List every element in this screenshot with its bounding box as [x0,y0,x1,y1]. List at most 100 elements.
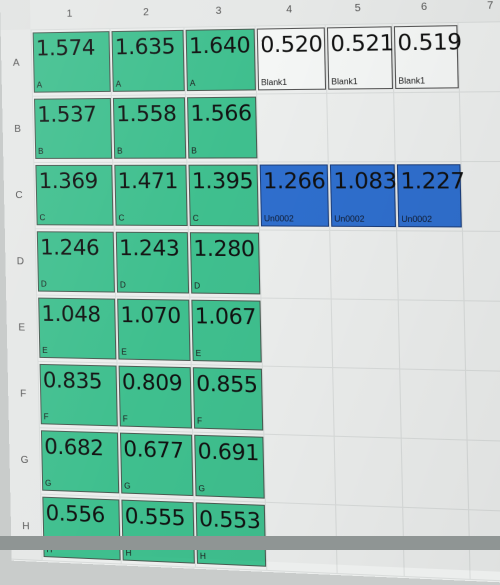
well-A1[interactable]: 1.574 A [32,31,111,93]
well-value: 1.243 [118,235,180,261]
well-H3[interactable]: 0.553 H [195,502,267,567]
well-label: B [116,146,123,156]
well-value: 1.558 [116,101,177,127]
well-G1[interactable]: 0.682 G [40,430,120,494]
well-value: 1.395 [191,168,254,194]
well-value: 0.555 [124,503,186,531]
well-C6[interactable]: 1.227 Un0002 [396,164,466,228]
well-H2[interactable]: 0.555 H [121,499,195,564]
row-header-A[interactable]: A [0,29,33,98]
well-label: H [199,551,207,562]
well-C1[interactable]: 1.369 C [35,164,114,226]
well-value: 0.835 [42,368,103,394]
well-A2[interactable]: 1.635 A [111,29,185,92]
well-label: G [198,483,206,494]
well-label: Blank1 [260,77,288,88]
well-value: 0.520 [259,31,323,58]
well-value: 1.471 [117,168,179,194]
well-A5[interactable]: 0.521 Blank1 [326,26,395,90]
well-label: G [124,481,131,491]
grid-line [41,559,500,583]
well-A3[interactable]: 1.640 A [185,28,256,92]
well-value: 1.369 [38,168,99,194]
well-value: 1.574 [35,35,96,61]
column-header-2[interactable]: 2 [108,0,185,30]
well-value: 1.640 [188,32,251,59]
plate-grid: 1 2 3 4 5 6 7 A B C D E F G H 1.574 A 1.635 A 1.640 A 0.520 Bl… [0,0,500,585]
column-header-1[interactable]: 1 [29,0,111,31]
well-label: D [119,280,126,290]
well-label: Blank1 [331,76,358,87]
well-E2[interactable]: 1.070 E [117,298,191,362]
grid-line [33,160,500,163]
well-value: 0.521 [330,30,395,57]
well-F2[interactable]: 0.809 F [118,365,192,429]
row-header-H[interactable]: H [10,492,43,562]
well-G3[interactable]: 0.691 G [194,434,265,499]
well-C3[interactable]: 1.395 C [188,164,259,227]
grid-corner [0,0,32,31]
well-C2[interactable]: 1.471 C [114,164,188,227]
well-label: A [189,78,196,89]
well-value: 1.227 [400,168,466,194]
well-label: F [196,416,203,426]
well-D3[interactable]: 1.280 D [189,232,261,295]
well-label: B [191,146,197,156]
well-value: 1.246 [39,235,100,260]
well-label: Blank1 [398,76,426,86]
well-E3[interactable]: 1.067 E [191,299,262,363]
well-A6[interactable]: 0.519 Blank1 [393,25,463,89]
well-label: F [122,414,128,424]
well-label: D [40,279,47,289]
well-label: A [115,79,122,89]
row-header-E[interactable]: E [6,294,39,362]
well-E1[interactable]: 1.048 E [38,297,117,360]
well-value: 1.635 [114,34,176,60]
column-header-7[interactable]: 7 [456,0,500,24]
well-label: B [38,146,44,156]
taskbar [0,536,500,550]
well-B1[interactable]: 1.537 B [34,97,113,159]
column-header-4[interactable]: 4 [253,0,326,27]
row-header-F[interactable]: F [7,360,40,429]
well-label: A [36,80,43,90]
column-header-5[interactable]: 5 [324,0,393,26]
well-value: 0.691 [197,438,260,466]
well-B2[interactable]: 1.558 B [112,97,187,159]
well-A4[interactable]: 0.520 Blank1 [256,27,327,91]
well-value: 0.556 [45,500,106,528]
well-value: 0.553 [198,506,261,534]
plate-view: 1 2 3 4 5 6 7 A B C D E F G H 1.574 A 1.635 A 1.640 A 0.520 Bl… [0,0,500,585]
well-D2[interactable]: 1.243 D [115,231,190,294]
row-header-C[interactable]: C [3,161,36,230]
row-header-G[interactable]: G [8,426,42,495]
well-label: F [43,412,49,422]
well-label: E [195,348,202,359]
row-header-B[interactable]: B [1,95,35,164]
well-value: 1.280 [193,236,256,262]
well-label: D [194,281,201,291]
well-label: G [44,478,52,488]
well-value: 1.537 [37,102,97,127]
well-C4[interactable]: 1.266 Un0002 [259,164,330,227]
well-B3[interactable]: 1.566 B [187,96,258,159]
well-value: 1.067 [194,303,257,330]
well-H1[interactable]: 0.556H [42,496,121,561]
row-header-D[interactable]: D [4,228,38,296]
column-header-6[interactable]: 6 [390,0,459,25]
well-C5[interactable]: 1.083 Un0002 [329,164,397,228]
well-F1[interactable]: 0.835 F [39,363,118,427]
well-label: Un0002 [263,214,294,224]
well-label: E [42,345,48,356]
well-label: E [121,347,127,357]
well-F3[interactable]: 0.855 F [192,367,264,431]
well-value: 0.519 [397,29,463,56]
well-value: 0.677 [123,436,185,464]
well-label: C [118,213,125,223]
well-value: 0.809 [121,369,183,396]
well-value: 1.070 [120,302,182,329]
well-value: 0.682 [44,434,104,461]
column-header-3[interactable]: 3 [182,0,256,28]
well-D1[interactable]: 1.246 D [36,231,115,293]
well-G2[interactable]: 0.677 G [119,432,194,497]
